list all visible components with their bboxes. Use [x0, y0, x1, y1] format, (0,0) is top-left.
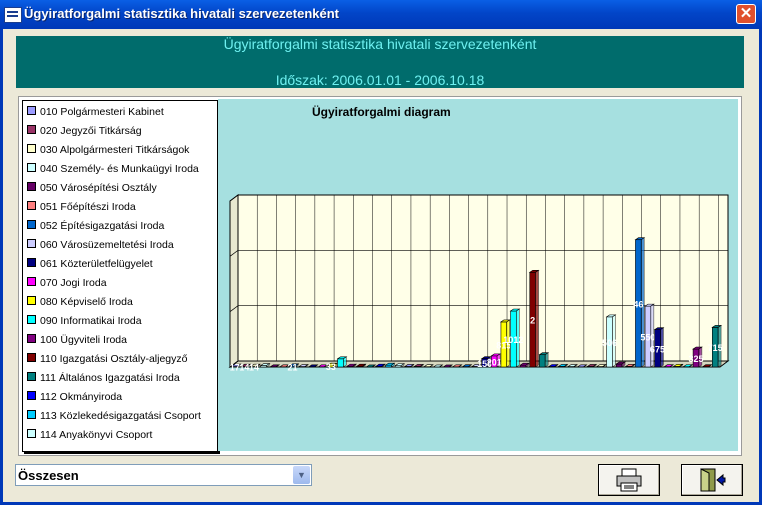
- chart-data-label: 325: [688, 354, 703, 364]
- legend-item: 114 Anyakönyvi Csoport: [27, 426, 152, 444]
- legend-label: 112 Okmányiroda: [40, 391, 123, 403]
- legend-swatch: [27, 334, 36, 343]
- legend-item: 052 Építésigazgatási Iroda: [27, 217, 164, 235]
- legend-label: 070 Jogi Iroda: [40, 277, 107, 289]
- report-header: Ügyiratforgalmi statisztika hivatali sze…: [16, 36, 744, 88]
- legend-item: 040 Személy- és Munkaügyi Iroda: [27, 160, 199, 178]
- legend-item: 051 Főépítészi Iroda: [27, 198, 136, 216]
- legend-swatch: [27, 182, 36, 191]
- legend-swatch: [27, 144, 36, 153]
- legend-item: 061 Közterületfelügyelet: [27, 255, 153, 273]
- legend-label: 113 Közlekedésigazgatási Csoport: [40, 410, 201, 422]
- chart-data-label: 675: [650, 344, 665, 354]
- legend-item: 070 Jogi Iroda: [27, 274, 107, 292]
- legend-swatch: [27, 429, 36, 438]
- legend-swatch: [27, 391, 36, 400]
- app-icon: [4, 7, 22, 23]
- chart-data-label: 1012: [503, 335, 523, 345]
- close-icon: ✕: [739, 5, 753, 22]
- organization-select-value: Összesen: [18, 468, 79, 483]
- legend-item: 060 Városüzemeltetési Iroda: [27, 236, 174, 254]
- legend-label: 030 Alpolgármesteri Titkárságok: [40, 144, 190, 156]
- legend-label: 020 Jegyzői Titkárság: [40, 125, 142, 137]
- chart-bar: [538, 352, 550, 368]
- legend-item: 100 Ügyviteli Iroda: [27, 331, 127, 349]
- chart-data-label: 550: [640, 333, 655, 343]
- legend-label: 061 Közterületfelügyelet: [40, 258, 153, 270]
- legend-swatch: [27, 125, 36, 134]
- legend-label: 090 Informatikai Iroda: [40, 315, 142, 327]
- chart-data-label: 201: [487, 357, 502, 367]
- legend-swatch: [27, 353, 36, 362]
- legend-item: 050 Városépítési Osztály: [27, 179, 157, 197]
- legend-item: 030 Alpolgármesteri Titkárságok: [27, 141, 189, 159]
- window-title: Ügyiratforgalmi statisztika hivatali sze…: [24, 6, 340, 21]
- legend-swatch: [27, 258, 36, 267]
- legend-swatch: [27, 220, 36, 229]
- legend-item: 090 Informatikai Iroda: [27, 312, 142, 330]
- legend-swatch: [27, 372, 36, 381]
- legend-item: 111 Általános Igazgatási Iroda: [27, 369, 180, 387]
- legend-label: 051 Főépítészi Iroda: [40, 201, 136, 213]
- legend-swatch: [27, 315, 36, 324]
- legend-item: 080 Képviselő Iroda: [27, 293, 133, 311]
- close-button[interactable]: ✕: [736, 4, 756, 24]
- bar-chart: 17 14 14 21 33 150201815101225064655067532571…: [228, 194, 730, 373]
- exit-button[interactable]: [681, 464, 743, 496]
- legend-label: 060 Városüzemeltetési Iroda: [40, 239, 174, 251]
- legend-item: 113 Közlekedésigazgatási Csoport: [27, 407, 201, 425]
- legend-item: 112 Okmányiroda: [27, 388, 122, 406]
- legend-label: 080 Képviselő Iroda: [40, 296, 133, 308]
- chevron-down-icon[interactable]: ▼: [293, 466, 310, 484]
- title-bar[interactable]: Ügyiratforgalmi statisztika hivatali sze…: [0, 0, 762, 29]
- chart-data-label: 715: [708, 343, 723, 353]
- legend-item: 010 Polgármesteri Kabinet: [27, 103, 164, 121]
- legend-label: 050 Városépítési Osztály: [40, 182, 157, 194]
- legend-swatch: [27, 277, 36, 286]
- print-button[interactable]: [598, 464, 660, 496]
- organization-select[interactable]: Összesen ▼: [15, 464, 312, 486]
- legend-swatch: [27, 410, 36, 419]
- chart-legend: 010 Polgármesteri Kabinet 020 Jegyzői Tit…: [22, 100, 218, 452]
- chart-data-label: 17: [230, 363, 240, 373]
- chart-data-label: 2: [530, 316, 535, 326]
- header-period: Időszak: 2006.01.01 - 2006.10.18: [275, 72, 485, 88]
- chart-data-label: 21: [287, 362, 297, 372]
- legend-swatch: [27, 163, 36, 172]
- chart-data-label: 506: [602, 338, 617, 348]
- header-title: Ügyiratforgalmi statisztika hivatali sze…: [223, 36, 537, 52]
- legend-label: 010 Polgármesteri Kabinet: [40, 106, 164, 118]
- chart-plot-area: Ügyiratforgalmi diagram 17 14 14 21 33 150 201…: [218, 99, 738, 451]
- chart-data-label: 14: [249, 363, 259, 373]
- legend-swatch: [27, 201, 36, 210]
- exit-door-icon: [700, 468, 726, 492]
- legend-label: 100 Ügyviteli Iroda: [40, 334, 127, 346]
- chart-data-label: 46: [633, 299, 643, 309]
- legend-label: 110 Igazgatási Osztály-aljegyző: [40, 353, 188, 365]
- legend-label: 111 Általános Igazgatási Iroda: [40, 372, 180, 384]
- chart-data-label: 33: [326, 362, 336, 372]
- legend-swatch: [27, 239, 36, 248]
- chart-data-label: 14: [239, 363, 249, 373]
- legend-item: 020 Jegyzői Titkárság: [27, 122, 142, 140]
- legend-swatch: [27, 106, 36, 115]
- chart-bar: [336, 356, 348, 368]
- legend-swatch: [27, 296, 36, 305]
- chart-side-wall: [229, 194, 239, 368]
- print-icon: [616, 468, 642, 492]
- legend-label: 052 Építésigazgatási Iroda: [40, 220, 165, 232]
- legend-label: 040 Személy- és Munkaügyi Iroda: [40, 163, 199, 175]
- legend-item: 110 Igazgatási Osztály-aljegyző: [27, 350, 187, 368]
- legend-label: 114 Anyakönyvi Csoport: [40, 429, 153, 441]
